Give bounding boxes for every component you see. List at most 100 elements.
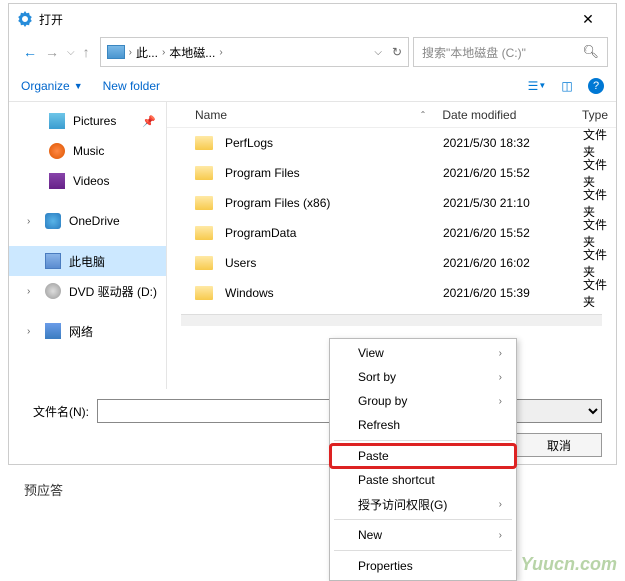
videos-icon <box>49 173 65 189</box>
sidebar-item-dvd[interactable]: › DVD 驱动器 (D:) <box>9 276 166 306</box>
search-placeholder: 搜索"本地磁盘 (C:)" <box>422 44 526 61</box>
sidebar-item-pictures[interactable]: Pictures 📌 <box>9 106 166 136</box>
file-type: 文件夹 <box>575 216 616 250</box>
file-date: 2021/6/20 15:39 <box>435 286 575 300</box>
dialog-title: 打开 <box>39 11 568 28</box>
menu-properties[interactable]: Properties <box>330 554 516 578</box>
folder-icon <box>195 196 213 210</box>
dialog-footer: 文件名(N): 取消 <box>9 389 616 467</box>
search-icon[interactable]: 🔍︎ <box>582 44 599 60</box>
forward-arrow-icon[interactable]: → <box>45 44 59 60</box>
column-name[interactable]: Name ⌃ <box>167 108 434 122</box>
sidebar-label: DVD 驱动器 (D:) <box>69 283 157 300</box>
close-button[interactable]: ✕ <box>568 4 608 34</box>
submenu-arrow-icon: › <box>499 499 502 510</box>
refresh-icon[interactable]: ↻ <box>392 45 402 59</box>
file-type: 文件夹 <box>575 186 616 220</box>
menu-paste-shortcut[interactable]: Paste shortcut <box>330 468 516 492</box>
sidebar-item-music[interactable]: Music <box>9 136 166 166</box>
submenu-arrow-icon: › <box>499 372 502 383</box>
chevron-down-icon: ▼ <box>74 81 83 91</box>
folder-icon <box>195 166 213 180</box>
breadcrumb-segment[interactable]: 本地磁... <box>169 44 215 61</box>
file-type: 文件夹 <box>575 126 616 160</box>
cancel-button[interactable]: 取消 <box>516 433 602 457</box>
file-date: 2021/5/30 21:10 <box>435 196 575 210</box>
file-name: Windows <box>225 286 274 300</box>
titlebar: 打开 ✕ <box>9 4 616 34</box>
context-menu: View› Sort by› Group by› Refresh Paste P… <box>329 338 517 581</box>
breadcrumb-segment[interactable]: 此... <box>136 44 158 61</box>
expand-chevron-icon[interactable]: › <box>27 286 37 297</box>
menu-groupby[interactable]: Group by › <box>330 389 516 413</box>
chevron-right-icon[interactable]: › <box>129 47 132 58</box>
network-icon <box>45 323 61 339</box>
recent-chevron-icon[interactable]: ⌵ <box>67 47 75 58</box>
file-row[interactable]: Windows2021/6/20 15:39文件夹 <box>167 278 616 308</box>
chevron-right-icon[interactable]: › <box>219 47 222 58</box>
folder-icon <box>195 286 213 300</box>
search-input[interactable]: 搜索"本地磁盘 (C:)" 🔍︎ <box>413 37 608 67</box>
music-icon <box>49 143 65 159</box>
sidebar-item-network[interactable]: › 网络 <box>9 316 166 346</box>
file-row[interactable]: Program Files (x86)2021/5/30 21:10文件夹 <box>167 188 616 218</box>
expand-chevron-icon[interactable]: › <box>27 326 37 337</box>
file-name: ProgramData <box>225 226 296 240</box>
column-headers: Name ⌃ Date modified Type <box>167 102 616 128</box>
file-date: 2021/6/20 15:52 <box>435 226 575 240</box>
file-row[interactable]: PerfLogs 2021/5/30 18:32文件夹 <box>167 128 616 158</box>
organize-label: Organize <box>21 79 70 93</box>
menu-label: Group by <box>358 394 407 408</box>
file-row[interactable]: ProgramData 2021/6/20 15:52文件夹 <box>167 218 616 248</box>
back-arrow-icon[interactable]: ← <box>23 44 37 60</box>
gear-icon <box>17 11 33 27</box>
breadcrumb[interactable]: › 此... › 本地磁... › ⌵ ↻ <box>100 37 409 67</box>
dropdown-chevron-icon[interactable]: ⌵ <box>374 47 382 58</box>
column-date[interactable]: Date modified <box>434 108 574 122</box>
folder-icon <box>195 226 213 240</box>
menu-refresh[interactable]: Refresh <box>330 413 516 437</box>
column-type[interactable]: Type <box>574 108 616 122</box>
chevron-right-icon[interactable]: › <box>162 47 165 58</box>
menu-label: New <box>358 528 382 542</box>
nav-arrows: ← → ⌵ ↑ <box>17 44 96 60</box>
filename-label: 文件名(N): <box>23 403 89 420</box>
dvd-icon <box>45 283 61 299</box>
file-row[interactable]: Program Files2021/6/20 15:52文件夹 <box>167 158 616 188</box>
background-text: 预应答 <box>24 480 63 499</box>
sidebar-item-videos[interactable]: Videos <box>9 166 166 196</box>
horizontal-scrollbar[interactable] <box>181 314 602 326</box>
new-folder-button[interactable]: New folder <box>103 79 160 93</box>
file-row[interactable]: Users2021/6/20 16:02文件夹 <box>167 248 616 278</box>
sidebar-item-onedrive[interactable]: › OneDrive <box>9 206 166 236</box>
up-arrow-icon[interactable]: ↑ <box>83 44 90 60</box>
file-date: 2021/5/30 18:32 <box>435 136 575 150</box>
menu-label: 授予访问权限(G) <box>358 496 447 513</box>
expand-chevron-icon[interactable]: › <box>27 216 37 227</box>
sidebar-label: Pictures <box>73 114 116 128</box>
organize-menu[interactable]: Organize ▼ <box>21 79 83 93</box>
preview-pane-icon[interactable]: ◫ <box>558 77 576 95</box>
onedrive-icon <box>45 213 61 229</box>
sidebar-label: 网络 <box>69 323 93 340</box>
sidebar-label: 此电脑 <box>69 253 105 270</box>
menu-view[interactable]: View› <box>330 341 516 365</box>
file-name: PerfLogs <box>225 136 273 150</box>
help-icon[interactable]: ? <box>588 78 604 94</box>
sidebar-item-thispc[interactable]: 此电脑 <box>9 246 166 276</box>
sidebar-label: Videos <box>73 174 109 188</box>
toolbar: Organize ▼ New folder ☰ ▼ ◫ ? <box>9 70 616 102</box>
menu-grant-access[interactable]: 授予访问权限(G) › <box>330 492 516 516</box>
drive-icon <box>107 45 125 59</box>
watermark: Yuucn.com <box>521 554 617 575</box>
menu-new[interactable]: New› <box>330 523 516 547</box>
menu-sortby[interactable]: Sort by › <box>330 365 516 389</box>
menu-paste[interactable]: Paste <box>330 444 516 468</box>
view-list-icon[interactable]: ☰ ▼ <box>528 77 546 95</box>
file-type: 文件夹 <box>575 156 616 190</box>
folder-icon <box>195 136 213 150</box>
menu-label: View <box>358 346 384 360</box>
menu-label: Sort by <box>358 370 396 384</box>
submenu-arrow-icon: › <box>499 396 502 407</box>
file-date: 2021/6/20 15:52 <box>435 166 575 180</box>
